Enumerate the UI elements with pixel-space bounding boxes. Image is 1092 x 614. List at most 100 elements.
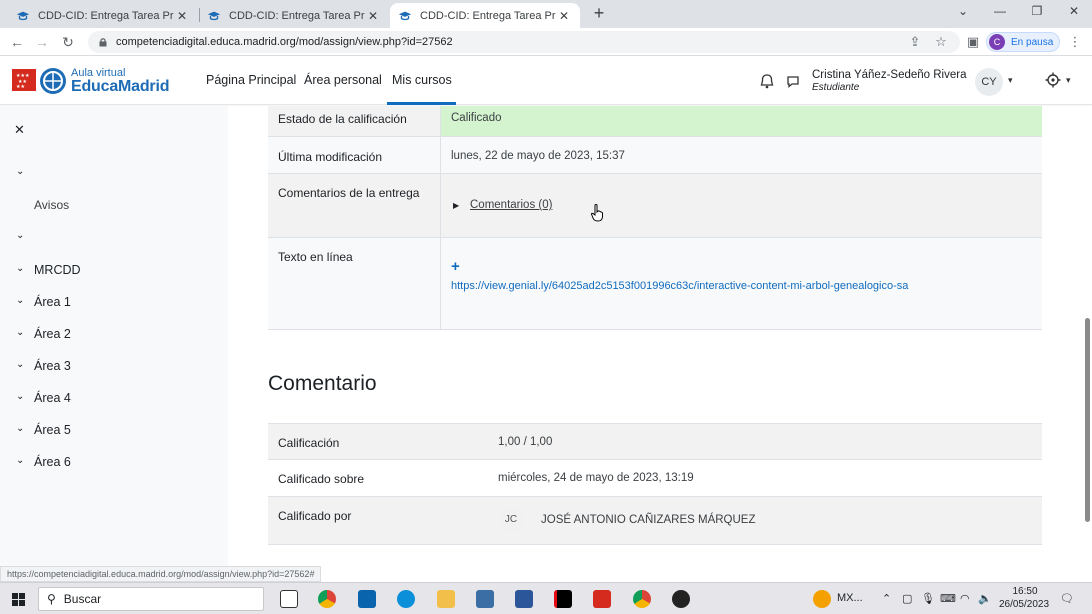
taskbar-time[interactable]: 16:50: [1000, 586, 1050, 597]
mortarboard-icon: [207, 11, 221, 20]
mail-icon[interactable]: [358, 590, 376, 608]
task-view-icon[interactable]: [280, 590, 298, 608]
chat-bubble-icon[interactable]: [786, 74, 800, 88]
close-drawer-icon[interactable]: ✕: [14, 122, 25, 138]
comments-link[interactable]: Comentarios (0): [470, 199, 552, 211]
chevron-down-icon[interactable]: ⌄: [16, 166, 24, 177]
drawer-section-mrcdd[interactable]: MRCDD: [34, 263, 81, 277]
browser-tab-3-active[interactable]: CDD-CID: Entrega Tarea Práctica ✕: [390, 3, 580, 28]
chevron-down-icon[interactable]: ⌄: [16, 327, 24, 338]
profile-label: En pausa: [1011, 36, 1054, 48]
volume-icon[interactable]: 🔈: [978, 592, 992, 605]
close-icon[interactable]: ✕: [174, 9, 190, 23]
browser-tab-1[interactable]: CDD-CID: Entrega Tarea Práctica ✕: [8, 3, 198, 28]
back-arrow-icon[interactable]: ←: [8, 33, 26, 51]
browser-tab-2[interactable]: CDD-CID: Entrega Tarea Práctica ✕: [199, 3, 389, 28]
browser-menu-icon[interactable]: ⋮: [1066, 33, 1084, 51]
app-icon[interactable]: [672, 590, 690, 608]
minimize-icon[interactable]: —: [990, 4, 1010, 18]
tray-app-icon[interactable]: ▢: [902, 592, 912, 605]
tab-search-chevron-icon[interactable]: ⌄: [953, 4, 973, 18]
table-row-online-text: Texto en línea + https://view.genial.ly/…: [268, 238, 1042, 330]
chrome-profile-icon[interactable]: [633, 590, 651, 608]
grade-value: 1,00 / 1,00: [498, 436, 553, 448]
restore-icon[interactable]: ❐: [1027, 4, 1047, 18]
chrome-icon[interactable]: [318, 590, 336, 608]
mortarboard-icon: [16, 11, 30, 20]
nav-home[interactable]: Página Principal: [206, 73, 296, 87]
drawer-section-area-6[interactable]: Área 6: [34, 455, 71, 469]
table-row-graded-by: Calificado por JC JOSÉ ANTONIO CAÑIZARES…: [268, 497, 1042, 545]
microphone-icon[interactable]: 🎙: [921, 592, 935, 605]
acrobat-icon[interactable]: [593, 590, 611, 608]
windows-start-icon[interactable]: [12, 593, 25, 606]
logo-title[interactable]: EducaMadrid: [71, 78, 169, 96]
close-icon[interactable]: ✕: [365, 9, 381, 23]
settings-gear-icon[interactable]: [1044, 71, 1062, 89]
wifi-icon[interactable]: ◠: [960, 592, 970, 605]
table-row-graded-on: Calificado sobre miércoles, 24 de mayo d…: [268, 460, 1042, 497]
cell-separator: [440, 106, 441, 136]
modified-value: lunes, 22 de mayo de 2023, 15:37: [451, 150, 625, 162]
comments-label: Comentarios de la entrega: [278, 186, 420, 200]
notifications-icon[interactable]: 🗨: [1060, 592, 1074, 605]
taskbar-search-input[interactable]: ⚲ Buscar: [38, 587, 264, 611]
site-header: ★★★ ★★ ★★ Aula virtual EducaMadrid Página …: [0, 57, 1092, 105]
chevron-down-icon[interactable]: ⌄: [16, 295, 24, 306]
close-icon[interactable]: ✕: [556, 9, 572, 23]
user-role: Estudiante: [812, 82, 860, 93]
chevron-down-icon[interactable]: ⌄: [16, 391, 24, 402]
taskbar-date[interactable]: 26/05/2023: [996, 599, 1052, 610]
word-icon[interactable]: [515, 590, 533, 608]
nav-dashboard[interactable]: Área personal: [304, 73, 382, 87]
course-index-drawer: ✕ ⌄ Avisos ⌄ ⌄ MRCDD ⌄ Área 1 ⌄ Área 2 ⌄…: [0, 106, 228, 582]
window-close-icon[interactable]: ✕: [1064, 4, 1084, 18]
drawer-section-area-4[interactable]: Área 4: [34, 391, 71, 405]
caret-right-icon[interactable]: ▶: [453, 201, 459, 210]
bookmark-star-icon[interactable]: ☆: [932, 33, 950, 51]
comunidad-madrid-logo-icon[interactable]: ★★★ ★★ ★★: [12, 69, 36, 91]
link-status-url: https://competenciadigital.educa.madrid.…: [0, 566, 322, 582]
chevron-down-icon[interactable]: ⌄: [16, 455, 24, 466]
table-row-submission-comments: Comentarios de la entrega ▶ Comentarios …: [268, 174, 1042, 238]
browser-tab-title: CDD-CID: Entrega Tarea Práctica: [38, 9, 174, 22]
bell-icon[interactable]: [760, 73, 774, 89]
forward-arrow-icon[interactable]: →: [33, 33, 51, 51]
weather-icon[interactable]: [813, 590, 831, 608]
user-avatar[interactable]: CY: [975, 68, 1003, 96]
address-bar[interactable]: competenciadigital.educa.madrid.org/mod/…: [88, 31, 960, 53]
user-name[interactable]: Cristina Yáñez-Sedeño Rivera: [812, 69, 966, 81]
drawer-section-area-3[interactable]: Área 3: [34, 359, 71, 373]
page-scrollbar-thumb[interactable]: [1085, 318, 1090, 522]
chevron-down-icon[interactable]: ▾: [1008, 75, 1013, 86]
chevron-up-icon[interactable]: ⌃: [882, 592, 891, 605]
drawer-item-notices[interactable]: Avisos: [34, 198, 69, 212]
chevron-down-icon[interactable]: ⌄: [16, 359, 24, 370]
netflix-icon[interactable]: [554, 590, 572, 608]
file-explorer-icon[interactable]: [437, 590, 455, 608]
chevron-down-icon[interactable]: ⌄: [16, 263, 24, 274]
side-panel-icon[interactable]: ▣: [964, 33, 982, 51]
edge-icon[interactable]: [397, 590, 415, 608]
drawer-section-area-2[interactable]: Área 2: [34, 327, 71, 341]
keyboard-icon[interactable]: ⌨: [940, 592, 956, 605]
expand-plus-icon[interactable]: +: [451, 258, 460, 275]
active-nav-indicator: [387, 102, 456, 105]
new-tab-button[interactable]: +: [590, 4, 608, 22]
nav-my-courses[interactable]: Mis cursos: [392, 73, 452, 87]
chevron-down-icon[interactable]: ⌄: [16, 423, 24, 434]
drawer-section-area-5[interactable]: Área 5: [34, 423, 71, 437]
remote-desktop-icon[interactable]: [476, 590, 494, 608]
online-text-url[interactable]: https://view.genial.ly/64025ad2c5153f001…: [451, 280, 908, 292]
educamadrid-globe-icon[interactable]: [40, 68, 66, 94]
profile-button[interactable]: C En pausa: [986, 32, 1060, 52]
cell-separator: [440, 137, 441, 173]
weather-text[interactable]: MX...: [837, 592, 863, 604]
address-text: competenciadigital.educa.madrid.org/mod/…: [116, 36, 453, 48]
drawer-section-area-1[interactable]: Área 1: [34, 295, 71, 309]
chevron-down-icon[interactable]: ▾: [1066, 75, 1071, 86]
chevron-down-icon[interactable]: ⌄: [16, 230, 24, 241]
globe-icon: [43, 71, 63, 91]
share-icon[interactable]: ⇪: [906, 33, 924, 51]
reload-icon[interactable]: ↻: [59, 33, 77, 51]
